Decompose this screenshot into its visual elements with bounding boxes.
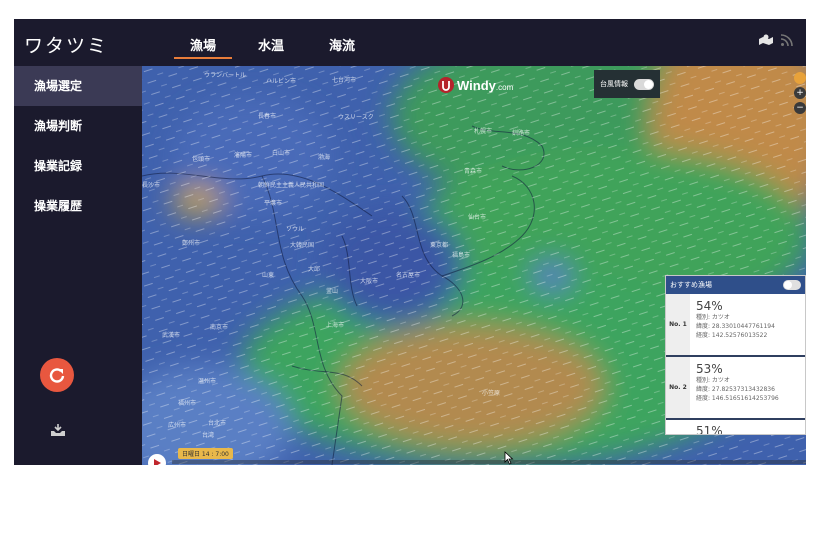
app-window: ワタツミ 漁場 水温 海流 漁場選定 漁場判断 操業記録 操業履歴 ウランバート… [14, 19, 806, 465]
ground-species: 種別: カツオ [696, 377, 730, 384]
place-label: ウランバートル [204, 72, 247, 79]
ground-latitude: 緯度: 28.33010447761194 [696, 323, 775, 330]
place-label: ソウル [286, 226, 305, 233]
windy-brand: Windy.com [438, 77, 513, 93]
place-label: 包頭市 [192, 156, 211, 163]
typhoon-info-toggle[interactable] [634, 78, 654, 90]
ground-probability-next: 51% [696, 424, 723, 435]
place-label: 小笠原 [482, 390, 501, 397]
timeline-bar[interactable] [172, 460, 806, 464]
recommended-grounds-header: おすすめ漁場 [666, 276, 805, 294]
place-label: ハルビン市 [266, 78, 297, 85]
place-label: 白山市 [272, 150, 291, 157]
place-label: 釜山 [326, 288, 339, 295]
wind-map[interactable]: ウランバートル ハルビン市 七台河市 長春市 ウスリースク 瀋陽市 札幌市 釧路… [142, 66, 806, 465]
refresh-button[interactable] [40, 358, 74, 392]
place-label: 長春市 [258, 113, 277, 120]
sidebar-item-operation-record[interactable]: 操業記録 [14, 146, 142, 186]
play-button[interactable] [148, 454, 166, 465]
place-label: 台湾 [202, 432, 215, 439]
place-label: 朝鮮民主主義人民共和国 [258, 182, 325, 189]
place-label: 渤海 [318, 154, 331, 161]
place-label: 福島市 [452, 252, 471, 259]
place-label: 七台河市 [332, 77, 357, 84]
time-label: 日曜日 14 : 7:00 [178, 448, 233, 459]
tab-fishing-ground[interactable]: 漁場 [173, 35, 233, 59]
refresh-icon [49, 368, 65, 383]
sidebar-item-fishing-judgement[interactable]: 漁場判断 [14, 106, 142, 146]
recommended-grounds-panel: おすすめ漁場 No. 1 54% 種別: カツオ 緯度: 28.33010447… [665, 275, 806, 435]
typhoon-info-control: 台風情報 [594, 70, 660, 98]
place-label: 鄭州市 [182, 240, 201, 247]
play-icon [154, 459, 161, 465]
download-button[interactable] [50, 422, 66, 441]
zoom-out-button[interactable]: − [794, 102, 806, 114]
tab-ocean-current[interactable]: 海流 [329, 35, 355, 54]
windy-brand-text: Windy.com [457, 77, 514, 93]
place-label: 釧路市 [512, 130, 531, 137]
recommended-grounds-title: おすすめ漁場 [670, 281, 712, 289]
place-label: 名古屋市 [396, 272, 421, 279]
ground-species: 種別: カツオ [696, 314, 730, 321]
recommended-ground-item[interactable]: No. 2 53% 種別: カツオ 緯度: 27.82537313432836 … [666, 357, 805, 420]
place-label: 上海市 [326, 322, 345, 329]
rss-icon[interactable] [780, 33, 794, 47]
windy-logo-icon [438, 77, 454, 93]
layer-icon[interactable] [794, 72, 806, 84]
ground-probability: 53% [696, 362, 723, 376]
ground-longitude: 経度: 146.51651614253796 [696, 395, 779, 402]
place-label: 東京都 [430, 242, 449, 249]
header-icons [758, 33, 794, 47]
ground-probability: 54% [696, 299, 723, 313]
place-label: 札幌市 [474, 128, 493, 135]
ground-rank: No. 1 [666, 294, 690, 355]
place-label: 大邱 [308, 266, 321, 273]
sidebar-item-fishing-selection[interactable]: 漁場選定 [14, 66, 142, 106]
ground-rank: No. 2 [666, 357, 690, 418]
sidebar: 漁場選定 漁場判断 操業記録 操業履歴 [14, 66, 142, 465]
typhoon-info-label: 台風情報 [600, 80, 628, 88]
sidebar-item-operation-history[interactable]: 操業履歴 [14, 186, 142, 226]
place-label: 福州市 [178, 400, 197, 407]
tab-water-temperature[interactable]: 水温 [258, 35, 284, 54]
map-icon[interactable] [758, 33, 774, 47]
place-label: 大韓民国 [290, 242, 315, 249]
place-label: 青森市 [464, 168, 483, 175]
place-label: 武漢市 [162, 332, 181, 339]
zoom-in-button[interactable]: + [794, 87, 806, 99]
recommended-grounds-toggle[interactable] [783, 280, 801, 290]
ground-longitude: 経度: 142.52576013522 [696, 332, 768, 339]
app-logo: ワタツミ [24, 35, 109, 57]
download-icon [51, 424, 65, 436]
recommended-ground-item[interactable]: No. 1 54% 種別: カツオ 緯度: 28.33010447761194 … [666, 294, 805, 357]
mouse-cursor-icon [504, 451, 514, 465]
place-label: 広州市 [168, 422, 187, 429]
place-label: 温州市 [198, 378, 217, 385]
place-label: 平壌市 [264, 200, 283, 207]
ground-latitude: 緯度: 27.82537313432836 [696, 386, 775, 393]
place-label: 長沙市 [142, 182, 161, 189]
place-label: ウスリースク [338, 114, 374, 121]
zoom-controls: + − [794, 72, 806, 117]
place-label: 南京市 [210, 324, 229, 331]
place-label: 山東 [262, 272, 275, 279]
place-label: 仙台市 [468, 214, 487, 221]
place-label: 台北市 [208, 420, 227, 427]
place-label: 大阪市 [360, 278, 379, 285]
place-label: 瀋陽市 [234, 152, 253, 159]
top-navigation-bar: ワタツミ 漁場 水温 海流 [14, 19, 806, 66]
